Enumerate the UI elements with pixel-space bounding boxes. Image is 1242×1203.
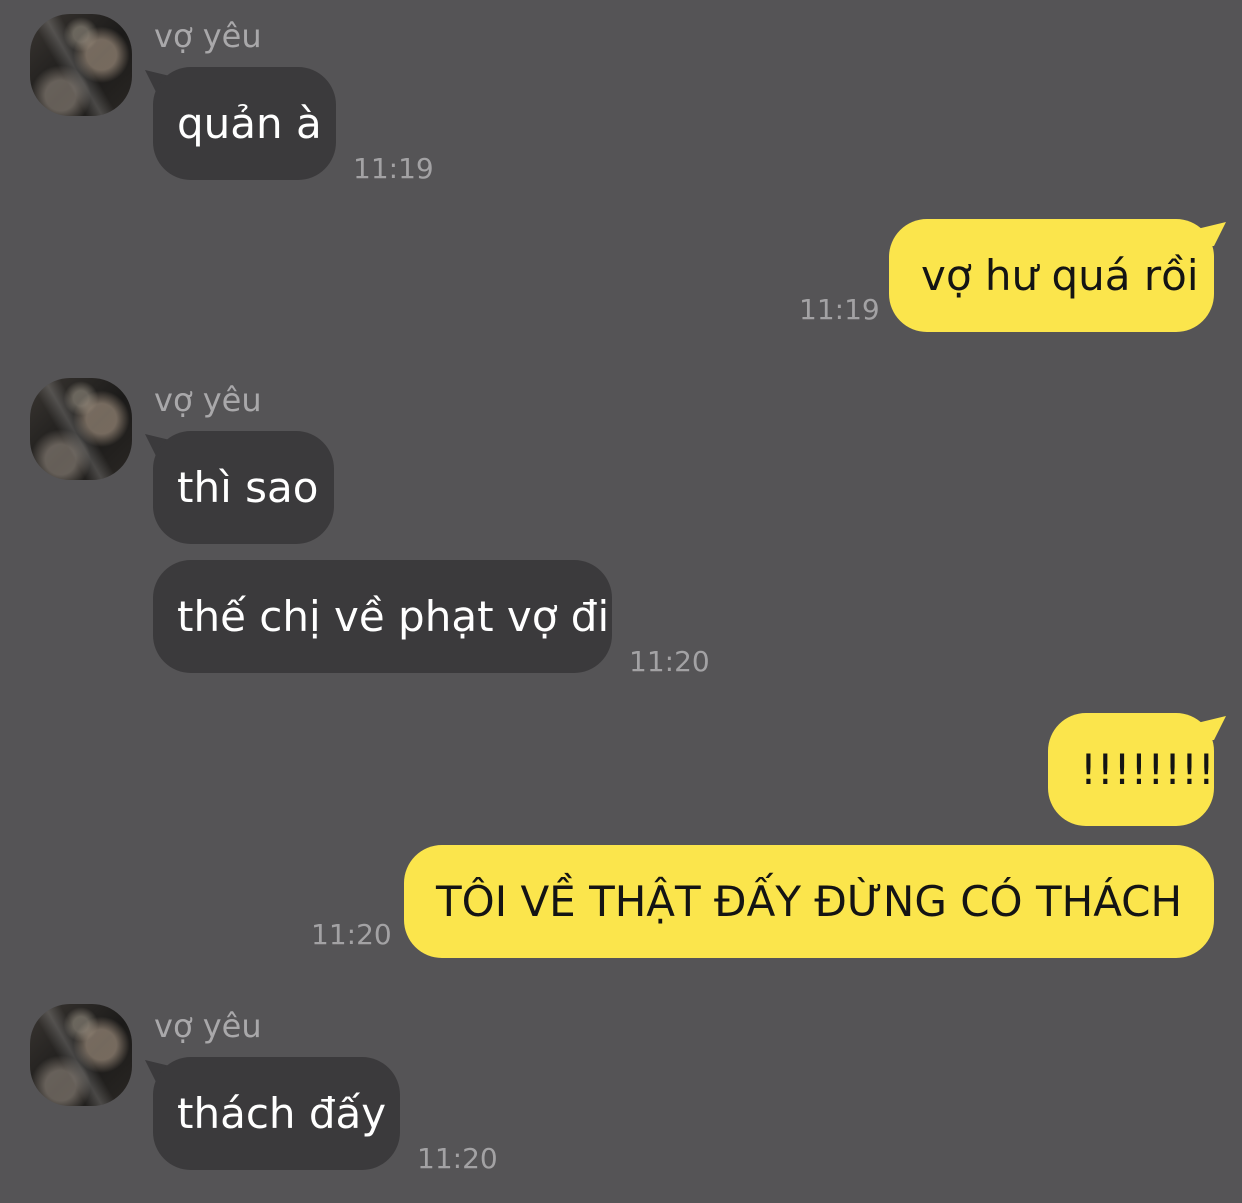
incoming-message-bubble[interactable]: quản à	[153, 67, 336, 180]
outgoing-message-bubble[interactable]: !!!!!!!!	[1048, 713, 1215, 826]
message-timestamp: 11:20	[311, 918, 392, 951]
message-timestamp: 11:19	[353, 152, 434, 185]
contact-avatar[interactable]	[30, 14, 132, 116]
message-timestamp: 11:20	[629, 645, 710, 678]
message-timestamp: 11:20	[417, 1142, 498, 1175]
sender-name: vợ yêu	[154, 17, 262, 55]
sender-name: vợ yêu	[154, 381, 262, 419]
incoming-message-bubble[interactable]: thế chị về phạt vợ đi	[153, 560, 612, 673]
chat-conversation[interactable]: vợ yêu quản à 11:19 11:19 vợ hư quá rồi …	[0, 0, 1242, 1203]
incoming-message-bubble[interactable]: thì sao	[153, 431, 334, 544]
contact-avatar[interactable]	[30, 1004, 132, 1106]
incoming-message-bubble[interactable]: thách đấy	[153, 1057, 400, 1170]
message-timestamp: 11:19	[799, 293, 880, 326]
contact-avatar[interactable]	[30, 378, 132, 480]
outgoing-message-bubble[interactable]: TÔI VỀ THẬT ĐẤY ĐỪNG CÓ THÁCH	[404, 845, 1214, 958]
outgoing-message-bubble[interactable]: vợ hư quá rồi	[889, 219, 1214, 332]
sender-name: vợ yêu	[154, 1007, 262, 1045]
